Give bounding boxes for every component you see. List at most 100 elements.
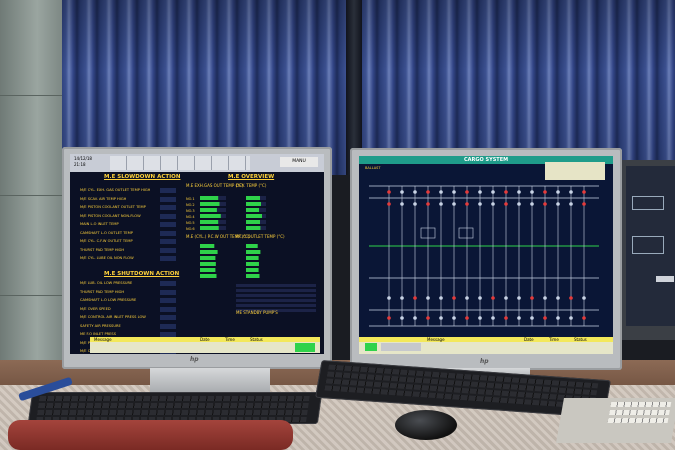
cargo-valve xyxy=(504,316,508,320)
exh-temp-bar xyxy=(246,214,262,218)
slowdown-item[interactable]: MAIN L.O INLET TEMP xyxy=(76,222,181,228)
cargo-valve xyxy=(400,296,404,300)
cargo-valve xyxy=(387,296,391,300)
cargo-valve xyxy=(413,202,417,206)
r-silence-button[interactable] xyxy=(381,343,421,351)
slowdown-item[interactable]: M/E SCAV. AIR TEMP HIGH xyxy=(76,196,181,203)
shutdown-indicator xyxy=(160,306,176,312)
cargo-valve xyxy=(439,316,443,320)
slowdown-item-label: CAMSHAFT L.O OUTLET TEMP xyxy=(80,230,133,235)
shutdown-item-label: M/E CONTROL AIR INLET PRESS LOW xyxy=(80,315,146,319)
cargo-valve xyxy=(582,316,586,320)
cargo-valve xyxy=(400,190,404,194)
slowdown-indicator xyxy=(160,230,176,236)
left-header-bar: 14/12/18 21:18 MANU xyxy=(70,154,324,172)
slowdown-item[interactable]: M/E PISTON COOLANT OUTLET TEMP xyxy=(76,205,181,211)
cargo-valve xyxy=(530,296,534,300)
ack-button[interactable] xyxy=(295,343,315,352)
shutdown-indicator xyxy=(160,281,176,286)
slowdown-indicator xyxy=(160,213,176,219)
cargo-valve xyxy=(439,202,443,206)
cargo-valve xyxy=(543,296,547,300)
slowdown-item[interactable]: M/E CYL. EXH. GAS OUTLET TEMP HIGH xyxy=(76,188,181,194)
cargo-valve xyxy=(478,296,482,300)
overview-panel: M.E OVERVIEW M.E EXH.GAS OUT TEMP (°C) D… xyxy=(184,174,322,329)
cargo-valve xyxy=(543,316,547,320)
standby-pump-row xyxy=(236,294,316,297)
r-msg-col-date: Date xyxy=(524,337,534,342)
slowdown-item[interactable]: M/E CYL. C.F.W OUTLET TEMP xyxy=(76,239,181,245)
pcw-temp-bar xyxy=(200,250,218,254)
exh-temp-bar xyxy=(200,220,219,224)
cargo-valve xyxy=(491,296,495,300)
slowdown-indicator xyxy=(160,205,176,210)
left-monitor: 14/12/18 21:18 MANU M.E SLOWDOWN ACTION … xyxy=(62,147,332,369)
shutdown-item-label: M/E LUB. OIL LOW PRESSURE xyxy=(80,281,133,285)
cargo-title: CARGO SYSTEM xyxy=(464,157,509,163)
r-msg-col-status: Status xyxy=(574,337,587,342)
shutdown-item-label: CAMSHAFT L.O LOW PRESSURE xyxy=(80,298,137,302)
cargo-valve xyxy=(478,316,482,320)
mode-tag[interactable]: MANU xyxy=(280,157,318,167)
cargo-valve xyxy=(478,202,482,206)
msg-col-status: Status xyxy=(250,337,263,342)
slowdown-item[interactable]: M/E PISTON COOLANT NON-FLOW xyxy=(76,213,181,220)
standby-pump-row xyxy=(236,289,316,292)
standby-title: ME STANDBY PUMP'S xyxy=(236,310,278,315)
slowdown-item[interactable]: CAMSHAFT L.O OUTLET TEMP xyxy=(76,230,181,237)
pcw-temp-bar xyxy=(246,244,258,248)
msg-col-date: Date xyxy=(200,337,210,342)
cargo-valve xyxy=(426,190,430,194)
slowdown-indicator xyxy=(160,196,176,202)
hp-logo-right: hp xyxy=(480,358,489,365)
overview-title: M.E OVERVIEW xyxy=(228,174,275,180)
slowdown-item[interactable]: THURST PAD TEMP HIGH xyxy=(76,247,181,254)
cargo-valve xyxy=(569,316,573,320)
pcw-temp-bar xyxy=(246,250,261,254)
cargo-valve xyxy=(582,190,586,194)
standby-pump-row xyxy=(236,304,316,307)
cargo-valve xyxy=(504,296,508,300)
computer-mouse[interactable] xyxy=(395,410,457,440)
cargo-valve xyxy=(543,190,547,194)
left-message-bar: Message Date Time Status xyxy=(90,337,320,353)
cargo-valve xyxy=(491,190,495,194)
red-cushion xyxy=(8,420,293,450)
pcw-temp-bar xyxy=(200,256,216,260)
pcw-temp-bar xyxy=(246,274,260,278)
hp-logo: hp xyxy=(190,356,199,363)
slowdown-indicator xyxy=(160,256,176,261)
slowdown-item-label: M/E CYL. LUBE OIL NON FLOW xyxy=(80,256,134,260)
cargo-valve xyxy=(517,190,521,194)
cargo-tank xyxy=(458,227,474,239)
cargo-valve xyxy=(452,316,456,320)
slowdown-panel: M.E SLOWDOWN ACTION M/E CYL. EXH. GAS OU… xyxy=(76,174,181,269)
overview-bars: NO.1 NO.2 NO.3 NO.4 NO.5 NO.6 xyxy=(186,196,316,312)
shutdown-item[interactable]: M/E CONTROL AIR INLET PRESS LOW xyxy=(76,315,181,321)
cargo-valve xyxy=(452,190,456,194)
cargo-valve xyxy=(569,190,573,194)
control-keypad[interactable] xyxy=(556,398,675,443)
cargo-valve xyxy=(543,202,547,206)
shutdown-item[interactable]: M/E OVER SPEED xyxy=(76,306,181,313)
shutdown-item-label: SAFETY AIR PRESSURE xyxy=(80,323,121,328)
shutdown-item[interactable]: THURST PAD TEMP HIGH xyxy=(76,289,181,296)
shutdown-item[interactable]: CAMSHAFT L.O LOW PRESSURE xyxy=(76,298,181,304)
exh-temp-bar xyxy=(200,202,220,206)
pcw-temp-bar xyxy=(200,262,216,266)
far-right-monitor xyxy=(622,160,675,340)
slowdown-indicator xyxy=(160,239,176,244)
cargo-valve xyxy=(556,190,560,194)
msg-col-time: Time xyxy=(225,337,235,342)
header-time: 21:18 xyxy=(74,162,86,167)
r-msg-col-time: Time xyxy=(549,337,559,342)
cargo-valve xyxy=(465,316,469,320)
shutdown-item[interactable]: M/E LUB. OIL LOW PRESSURE xyxy=(76,281,181,287)
r-ack-button[interactable] xyxy=(365,343,377,351)
shutdown-item[interactable]: SAFETY AIR PRESSURE xyxy=(76,323,181,330)
left-monitor-stand xyxy=(150,368,270,393)
cargo-valve xyxy=(569,202,573,206)
alarm-group-strip[interactable] xyxy=(110,156,250,170)
shutdown-indicator xyxy=(160,289,176,295)
slowdown-item[interactable]: M/E CYL. LUBE OIL NON FLOW xyxy=(76,256,181,262)
